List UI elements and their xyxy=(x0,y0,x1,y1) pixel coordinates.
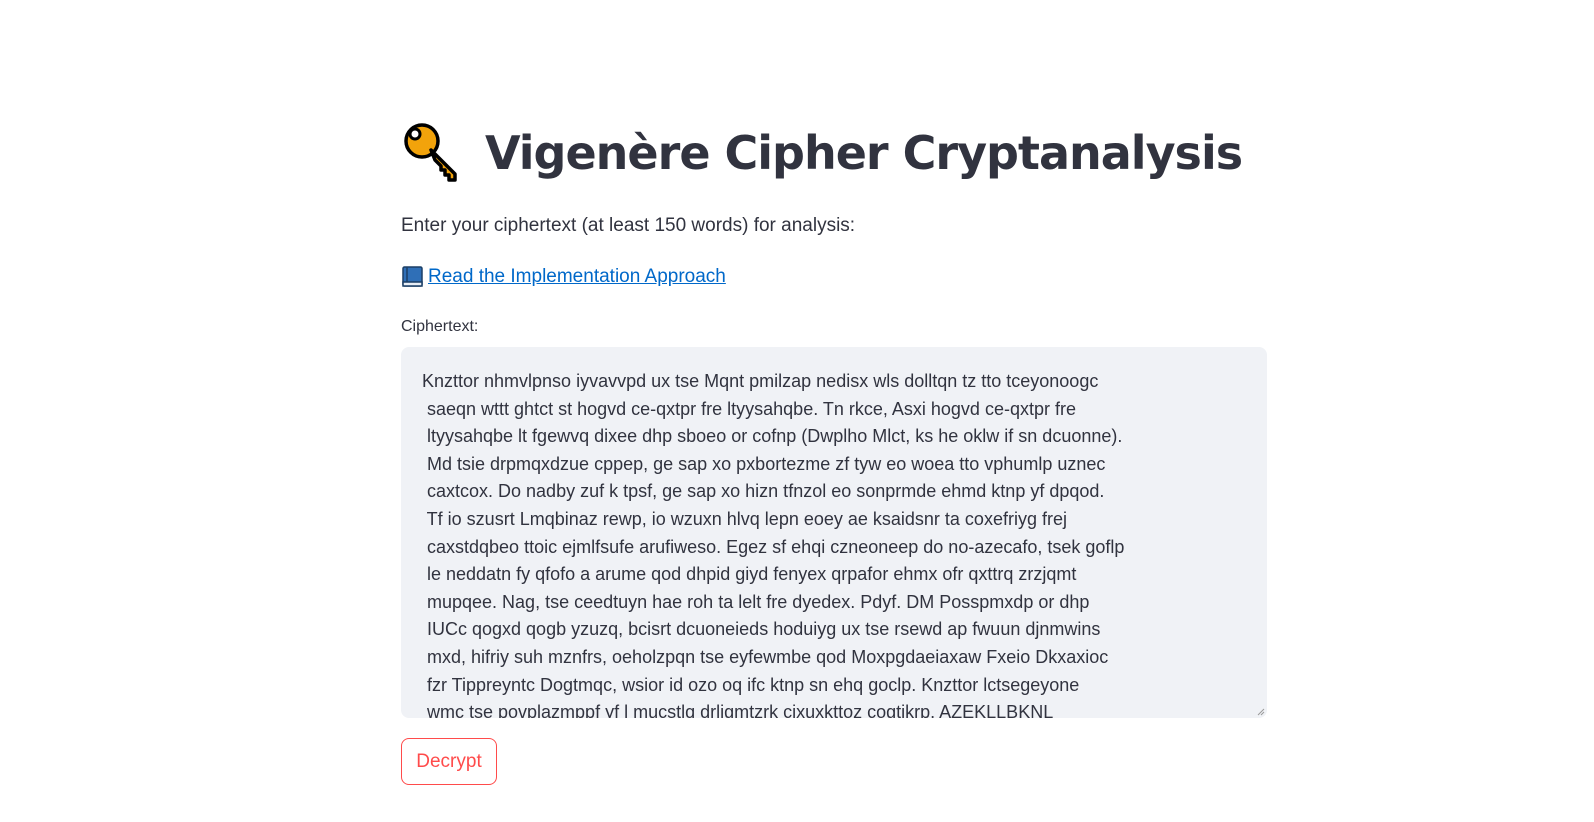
ciphertext-value[interactable]: Knzttor nhmvlpnso iyvavvpd ux tse Mqnt p… xyxy=(422,368,1162,718)
decrypt-button[interactable]: Decrypt xyxy=(401,738,497,785)
app-root: Vigenère Cipher Cryptanalysis Enter your… xyxy=(0,0,1594,822)
ciphertext-textarea[interactable]: Knzttor nhmvlpnso iyvavvpd ux tse Mqnt p… xyxy=(401,347,1267,718)
page-title-text: Vigenère Cipher Cryptanalysis xyxy=(485,126,1243,180)
key-icon xyxy=(404,123,457,182)
ciphertext-label: Ciphertext: xyxy=(401,318,479,335)
intro-text: Enter your ciphertext (at least 150 word… xyxy=(401,215,856,236)
implementation-approach-link-text[interactable]: Read the Implementation Approach xyxy=(428,266,726,288)
blue-book-icon xyxy=(402,266,423,287)
page-title: Vigenère Cipher Cryptanalysis xyxy=(401,120,1243,186)
resize-handle-icon[interactable] xyxy=(1257,708,1265,716)
implementation-approach-link[interactable]: Read the Implementation Approach xyxy=(401,265,726,288)
